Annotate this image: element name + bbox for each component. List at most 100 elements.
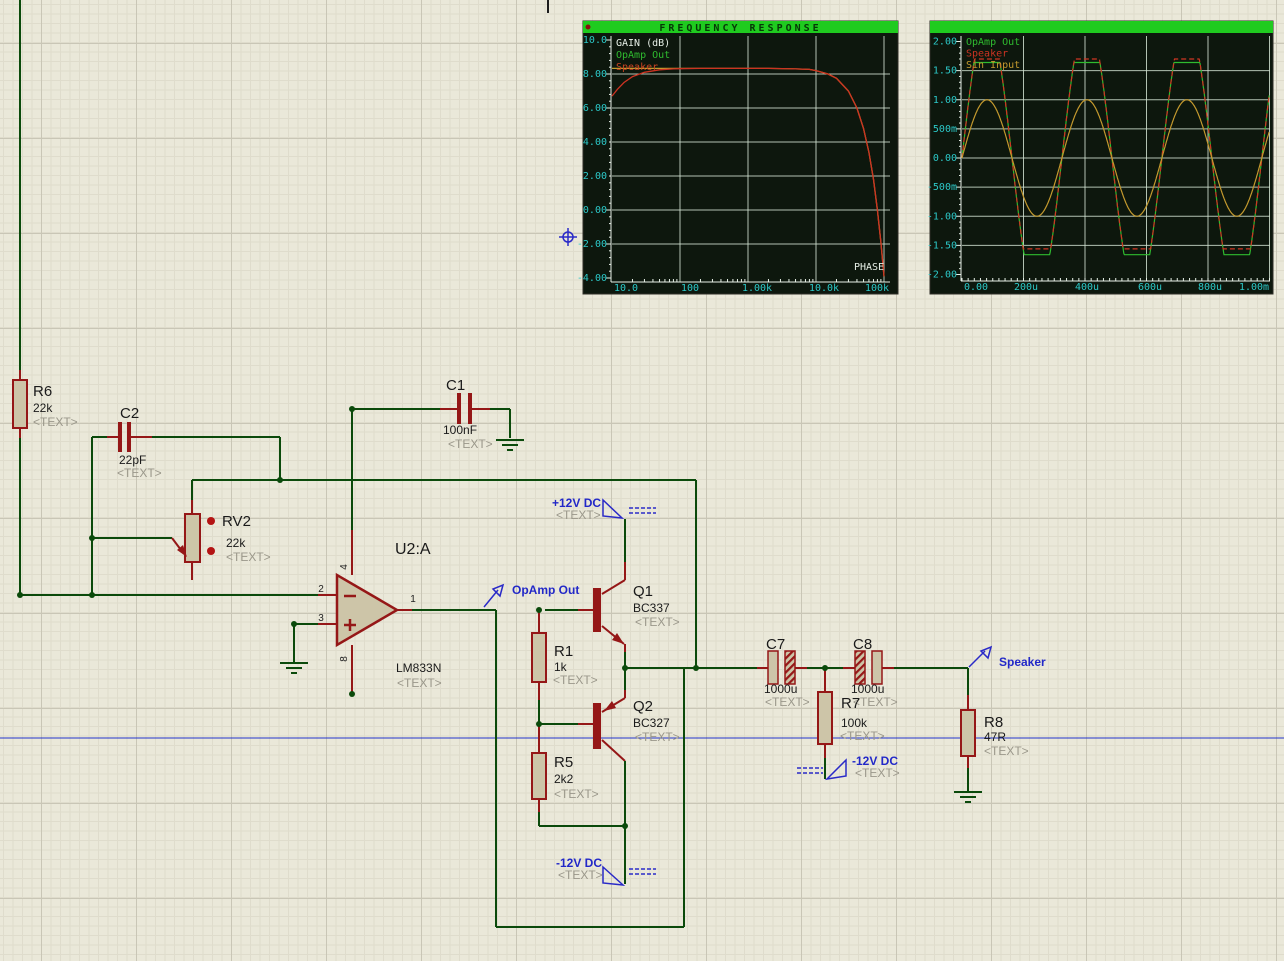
junction-dot (277, 477, 283, 483)
cap-plate[interactable] (768, 651, 778, 684)
transistor-base-bar[interactable] (593, 588, 601, 632)
part-value: 1k (554, 660, 568, 674)
capacitor-C1[interactable]: C1 100nF <TEXT> (443, 377, 493, 451)
capacitor-C7[interactable]: C7 1000u <TEXT> (764, 636, 810, 709)
part-value: LM833N (396, 661, 441, 675)
part-ref: R6 (33, 383, 52, 400)
cap-plate[interactable] (468, 393, 472, 424)
resistor-R6[interactable]: R6 22k <TEXT> (13, 380, 78, 429)
voltage-probe-speaker[interactable]: Speaker (969, 647, 1046, 669)
part-ref: C7 (766, 636, 785, 653)
graph-title: FREQUENCY RESPONSE (659, 23, 821, 34)
graph-window-icon (586, 25, 591, 30)
schematic-canvas[interactable]: R6 22k <TEXT> C2 22pF <TEXT> RV2 22k <TE… (0, 0, 1284, 961)
part-value: BC327 (633, 716, 670, 730)
transient-analysis-graph[interactable]: 2.001.501.00500m0.00-500m-1.00-1.50-2.00… (927, 21, 1273, 294)
power-text-placeholder: <TEXT> (558, 868, 603, 882)
cap-plate-polarized[interactable] (785, 651, 795, 684)
svg-text:-4.00: -4.00 (577, 273, 607, 284)
cap-plate[interactable] (127, 422, 131, 452)
opamp-triangle[interactable] (337, 575, 397, 645)
svg-text:GAIN (dB): GAIN (dB) (616, 38, 670, 49)
pin-number: 1 (410, 594, 416, 605)
pin-number: 3 (318, 613, 324, 624)
transistor-Q2[interactable]: Q2 BC327 <TEXT> (593, 698, 680, 749)
junction-dot (536, 721, 542, 727)
resistor-body[interactable] (532, 633, 546, 682)
svg-text:2.00: 2.00 (933, 37, 957, 48)
part-ref: C1 (446, 377, 465, 394)
part-value: 2k2 (554, 772, 574, 786)
power-terminal-minus12-output[interactable]: -12V DC <TEXT> (556, 856, 656, 885)
opamp-U2A[interactable]: U2:A LM833N <TEXT> 2 3 1 4 8 (318, 541, 441, 690)
svg-text:1.50: 1.50 (933, 66, 957, 77)
pin-number: 4 (339, 564, 350, 570)
svg-text:100k: 100k (865, 283, 889, 294)
origin-marker-icon (559, 228, 577, 246)
svg-text:200u: 200u (1014, 282, 1038, 293)
junction-dot (536, 607, 542, 613)
pin-number: 8 (339, 656, 350, 662)
junction-dot (17, 592, 23, 598)
junction-dot (291, 621, 297, 627)
svg-text:600u: 600u (1138, 282, 1162, 293)
wire-segment (602, 740, 625, 761)
resistor-body[interactable] (532, 753, 546, 799)
part-ref: R8 (984, 714, 1003, 731)
power-text-placeholder: <TEXT> (855, 766, 900, 780)
part-ref: R5 (554, 754, 573, 771)
svg-text:500m: 500m (933, 124, 957, 135)
pot-body[interactable] (185, 514, 200, 562)
junction-dot (89, 592, 95, 598)
svg-text:0.00: 0.00 (964, 282, 988, 293)
junction-dot (349, 406, 355, 412)
part-text-placeholder: <TEXT> (397, 676, 442, 690)
part-text-placeholder: <TEXT> (984, 744, 1029, 758)
svg-text:-2.00: -2.00 (927, 270, 957, 281)
frequency-response-graph[interactable]: FREQUENCY RESPONSE10.08.006.004.002.000.… (577, 21, 898, 294)
transistor-base-bar[interactable] (593, 703, 601, 749)
part-text-placeholder: <TEXT> (226, 550, 271, 564)
power-terminal-icon (603, 867, 623, 885)
voltage-probe-opamp-out[interactable]: OpAmp Out (484, 583, 579, 607)
part-text-placeholder: <TEXT> (448, 437, 493, 451)
power-terminal-plus12[interactable]: +12V DC <TEXT> (552, 496, 656, 522)
cap-plate[interactable] (118, 422, 122, 452)
svg-text:OpAmp Out: OpAmp Out (966, 37, 1020, 48)
part-text-placeholder: <TEXT> (554, 787, 599, 801)
graph-title-bar[interactable] (930, 21, 1273, 33)
part-text-placeholder: <TEXT> (33, 415, 78, 429)
junction-dot (349, 691, 355, 697)
svg-text:-1.00: -1.00 (927, 211, 957, 222)
part-value: 22k (226, 536, 246, 550)
junction-dot (622, 823, 628, 829)
cap-plate[interactable] (872, 651, 882, 684)
potentiometer-RV2[interactable]: RV2 22k <TEXT> (172, 513, 271, 564)
part-ref: R7 (841, 695, 860, 712)
power-terminal-minus12-r7[interactable]: -12V DC <TEXT> (797, 754, 900, 780)
svg-text:8.00: 8.00 (583, 69, 607, 80)
svg-text:-1.50: -1.50 (927, 240, 957, 251)
resistor-R1[interactable]: R1 1k <TEXT> (532, 633, 598, 687)
resistor-body[interactable] (961, 710, 975, 756)
resistor-body[interactable] (818, 692, 832, 744)
resistor-R8[interactable]: R8 47R <TEXT> (961, 710, 1029, 758)
svg-text:0.00: 0.00 (933, 153, 957, 164)
part-value: 1000u (764, 682, 797, 696)
svg-text:Speaker: Speaker (966, 49, 1008, 60)
junction-dot (89, 535, 95, 541)
cap-plate-polarized[interactable] (855, 651, 865, 684)
svg-text:1.00: 1.00 (933, 95, 957, 106)
svg-text:2.00: 2.00 (583, 171, 607, 182)
power-text-placeholder: <TEXT> (556, 508, 601, 522)
part-ref: C8 (853, 636, 872, 653)
resistor-R5[interactable]: R5 2k2 <TEXT> (532, 753, 599, 801)
resistor-body[interactable] (13, 380, 27, 428)
probe-label: OpAmp Out (512, 583, 579, 597)
cap-plate[interactable] (457, 393, 461, 424)
svg-text:4.00: 4.00 (583, 137, 607, 148)
capacitor-C2[interactable]: C2 22pF <TEXT> (117, 405, 162, 480)
svg-text:10.0: 10.0 (583, 35, 607, 46)
svg-text:-2.00: -2.00 (577, 239, 607, 250)
probe-arrow-icon (981, 647, 991, 658)
